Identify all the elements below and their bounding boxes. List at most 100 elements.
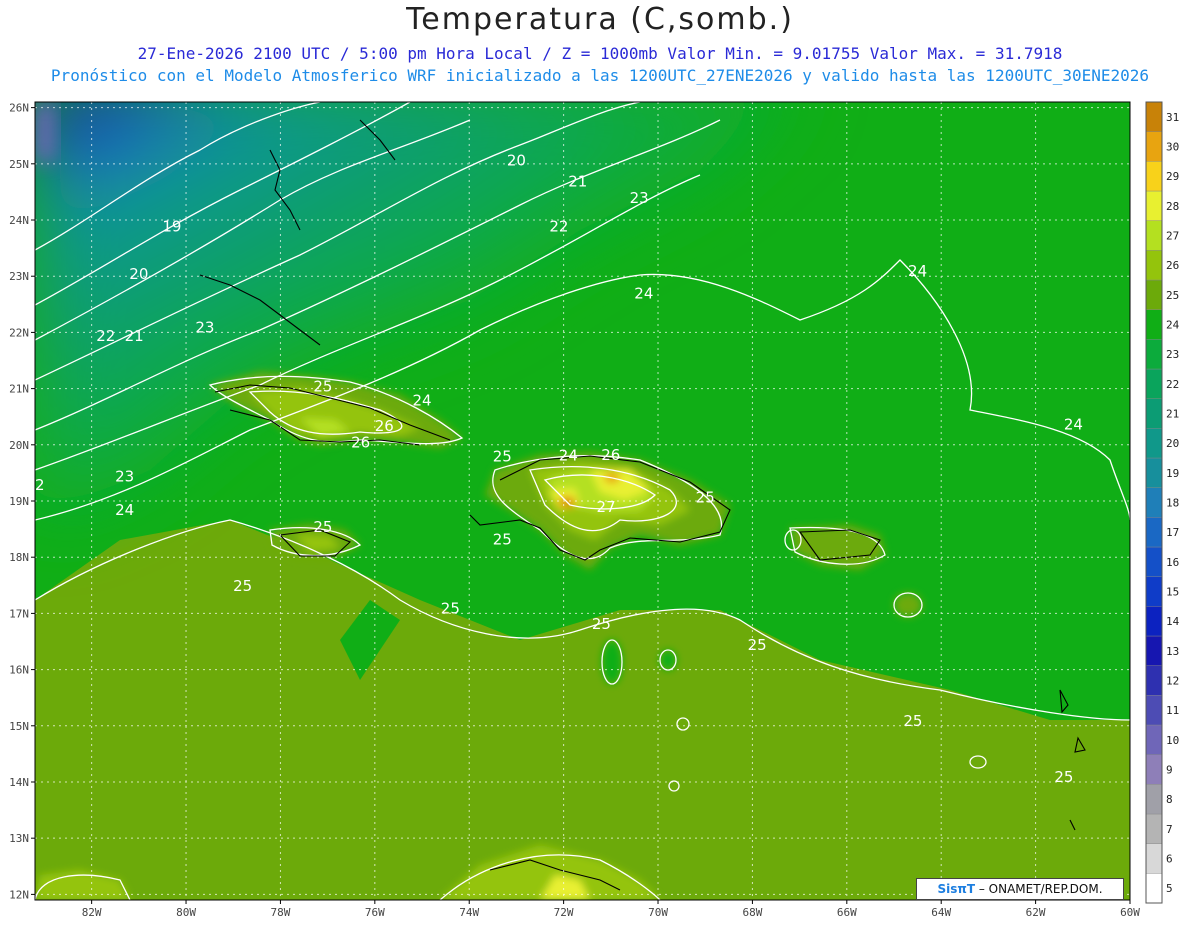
- colorbar-label: 20: [1166, 437, 1179, 450]
- lat-tick-label: 20N: [9, 439, 29, 452]
- colorbar-swatch: [1145, 487, 1163, 518]
- contour-label: 22: [549, 217, 568, 235]
- colorbar-swatch: [1145, 457, 1163, 488]
- colorbar-swatch: [1145, 368, 1163, 399]
- colorbar-label: 18: [1166, 497, 1179, 510]
- contour-label: 25: [592, 615, 611, 633]
- contour-label: 23: [115, 467, 134, 485]
- colorbar-swatch: [1145, 190, 1163, 221]
- lat-tick-label: 17N: [9, 607, 29, 620]
- colorbar-swatch: [1145, 784, 1163, 815]
- contour-label: 25: [313, 377, 332, 395]
- contour-label: 25: [493, 448, 512, 466]
- lat-tick-label: 12N: [9, 888, 29, 901]
- colorbar-swatch: [1145, 220, 1163, 251]
- colorbar-label: 25: [1166, 289, 1179, 302]
- lat-tick-label: 25N: [9, 158, 29, 171]
- colorbar-label: 17: [1166, 526, 1179, 539]
- lat-tick-label: 23N: [9, 270, 29, 283]
- contour-label: 21: [568, 172, 587, 190]
- colorbar-swatch: [1145, 873, 1163, 904]
- contour-label: 19: [162, 217, 181, 235]
- colorbar-label: 7: [1166, 823, 1173, 836]
- contour-label: 24: [1064, 416, 1083, 434]
- lat-tick-label: 24N: [9, 214, 29, 227]
- lon-tick-label: 82W: [82, 906, 102, 919]
- colorbar-label: 10: [1166, 734, 1179, 747]
- contour-label: 25: [441, 599, 460, 617]
- colorbar-legend: 5 6 7 8 9 10 11 12 13 14 15 16 17 18 19 20 21 22 23 24 25 26 2…: [1145, 101, 1180, 904]
- colorbar-swatch: [1145, 724, 1163, 755]
- contour-label: 26: [375, 417, 394, 435]
- lon-tick-label: 68W: [742, 906, 762, 919]
- colorbar-label: 8: [1166, 793, 1173, 806]
- contour-label: 24: [412, 391, 431, 409]
- lat-tick-label: 18N: [9, 551, 29, 564]
- colorbar-label: 23: [1166, 348, 1179, 361]
- lon-tick-label: 60W: [1120, 906, 1140, 919]
- shaded-field: [35, 102, 1130, 900]
- contour-label: 25: [1054, 768, 1073, 786]
- lon-tick-label: 66W: [837, 906, 857, 919]
- contour-label: 20: [129, 265, 148, 283]
- colorbar-swatch: [1145, 398, 1163, 429]
- colorbar-label: 30: [1166, 141, 1179, 154]
- colorbar-swatch: [1145, 576, 1163, 607]
- lat-tick-label: 14N: [9, 776, 29, 789]
- colorbar-label: 9: [1166, 764, 1173, 777]
- colorbar-swatch: [1145, 546, 1163, 577]
- lat-tick-label: 22N: [9, 326, 29, 339]
- colorbar-label: 31: [1166, 111, 1179, 124]
- colorbar-label: 13: [1166, 645, 1179, 658]
- lat-tick-label: 13N: [9, 832, 29, 845]
- colorbar-label: 24: [1166, 319, 1180, 332]
- lat-tick-label: 16N: [9, 664, 29, 677]
- colorbar-swatch: [1145, 754, 1163, 785]
- colorbar-label: 26: [1166, 259, 1179, 272]
- colorbar-label: 28: [1166, 200, 1179, 213]
- credit-box: SisπΤ – ONAMET/REP.DOM.: [916, 878, 1124, 900]
- colorbar-label: 27: [1166, 230, 1179, 243]
- temperature-map: 20 21 23 22 19 20 24 24 22 21 23 20 25 24 26 26 24 25 24 26…: [9, 101, 1180, 919]
- colorbar-label: 21: [1166, 408, 1179, 421]
- contour-label: 25: [748, 636, 767, 654]
- lon-tick-label: 72W: [554, 906, 574, 919]
- contour-label: 21: [125, 327, 144, 345]
- colorbar-label: 22: [1166, 378, 1179, 391]
- colorbar-label: 5: [1166, 882, 1173, 895]
- contour-label: 25: [903, 712, 922, 730]
- contour-label: 24: [908, 262, 927, 280]
- colorbar-swatch: [1145, 665, 1163, 696]
- contour-label: 23: [630, 189, 649, 207]
- colorbar-label: 29: [1166, 170, 1179, 183]
- colorbar-label: 19: [1166, 467, 1179, 480]
- lat-tick-label: 19N: [9, 495, 29, 508]
- lon-tick-label: 74W: [459, 906, 479, 919]
- colorbar-label: 6: [1166, 853, 1173, 866]
- colorbar-swatch: [1145, 279, 1163, 310]
- lon-tick-label: 62W: [1026, 906, 1046, 919]
- lon-tick-label: 78W: [270, 906, 290, 919]
- contour-label: 24: [559, 447, 578, 465]
- contour-label: 24: [634, 285, 653, 303]
- lat-tick-label: 26N: [9, 102, 29, 115]
- colorbar-swatch: [1145, 161, 1163, 192]
- contour-label: 27: [597, 498, 616, 516]
- contour-label: 25: [696, 489, 715, 507]
- colorbar-label: 11: [1166, 704, 1179, 717]
- colorbar-swatch: [1145, 101, 1163, 132]
- contour-label: 24: [115, 501, 134, 519]
- lon-tick-label: 64W: [931, 906, 951, 919]
- contour-label: 23: [195, 318, 214, 336]
- colorbar-swatch: [1145, 813, 1163, 844]
- colorbar-swatch: [1145, 843, 1163, 874]
- colorbar-label: 14: [1166, 615, 1180, 628]
- contour-label: 22: [96, 327, 115, 345]
- lat-tick-label: 21N: [9, 383, 29, 396]
- contour-label: 25: [233, 577, 252, 595]
- colorbar-swatch: [1145, 339, 1163, 370]
- colorbar-swatch: [1145, 606, 1163, 637]
- contour-label: 26: [601, 446, 620, 464]
- lon-tick-label: 80W: [176, 906, 196, 919]
- credit-text: – ONAMET/REP.DOM.: [975, 882, 1103, 896]
